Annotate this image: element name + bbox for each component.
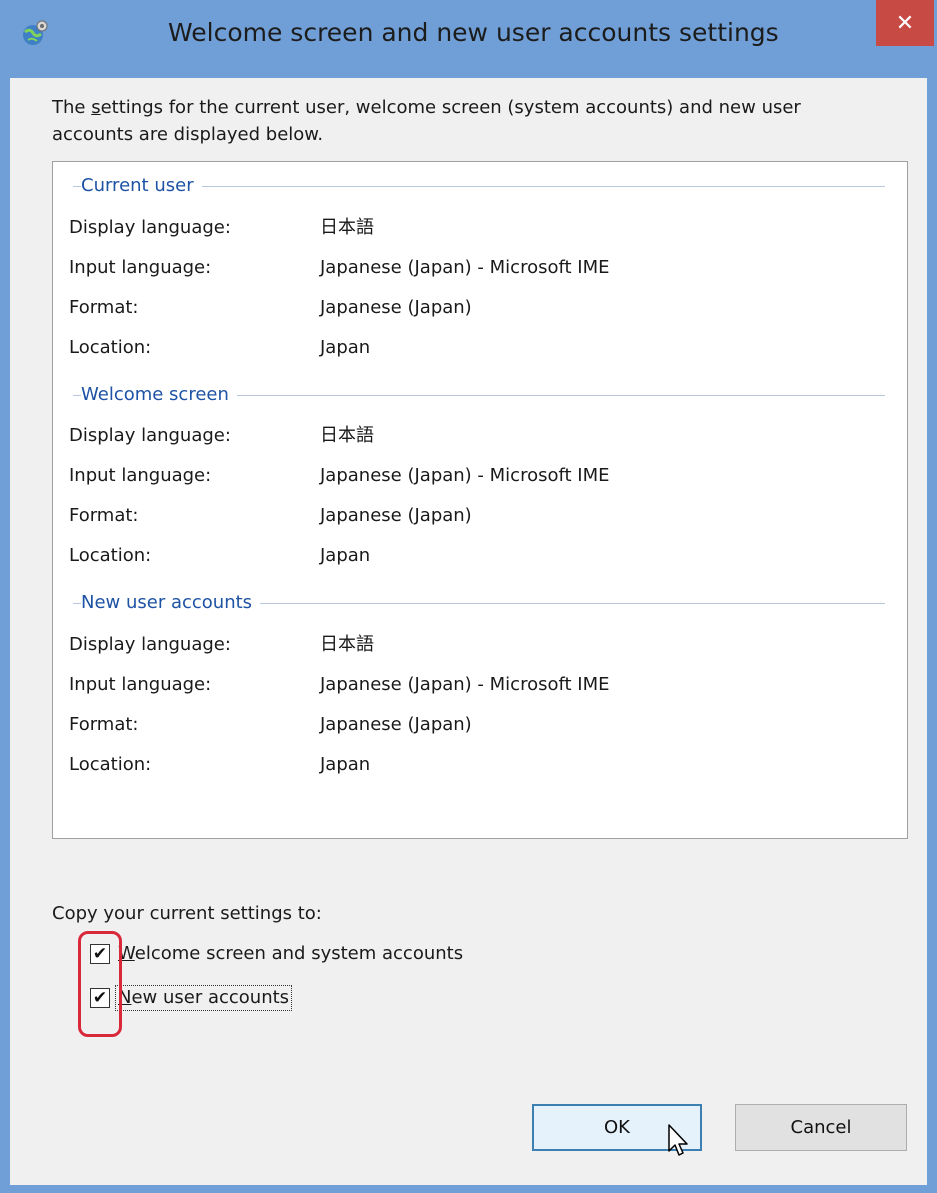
setting-row-input-language: Input language: Japanese (Japan) - Micro…: [53, 456, 909, 496]
dialog-window: Welcome screen and new user accounts set…: [0, 0, 937, 1193]
setting-label: Input language:: [69, 465, 212, 486]
setting-row-location: Location: Japan: [53, 328, 909, 368]
setting-label: Location:: [69, 754, 152, 775]
new-user-accounts-checkbox-row[interactable]: ✔ New user accounts: [90, 982, 293, 1014]
welcome-screen-checkbox[interactable]: ✔: [90, 944, 110, 964]
dialog-client-area: The settings for the current user, welco…: [10, 78, 927, 1185]
setting-value: Japan: [320, 754, 371, 775]
setting-label: Format:: [69, 297, 139, 318]
setting-row-location: Location: Japan: [53, 745, 909, 785]
welcome-screen-checkbox-label[interactable]: Welcome screen and system accounts: [116, 942, 465, 966]
intro-text: The settings for the current user, welco…: [52, 97, 801, 145]
setting-value: Japanese (Japan): [320, 297, 472, 318]
setting-row-format: Format: Japanese (Japan): [53, 288, 909, 328]
setting-label: Location:: [69, 337, 152, 358]
setting-row-display-language: Display language: 日本語: [53, 208, 909, 248]
setting-value: Japanese (Japan) - Microsoft IME: [320, 674, 610, 695]
setting-row-format: Format: Japanese (Japan): [53, 496, 909, 536]
group-title: Current user: [81, 174, 202, 198]
setting-label: Input language:: [69, 257, 212, 278]
setting-row-display-language: Display language: 日本語: [53, 625, 909, 665]
setting-label: Display language:: [69, 634, 231, 655]
copy-settings-heading: Copy your current settings to:: [52, 903, 322, 924]
setting-label: Display language:: [69, 217, 231, 238]
setting-row-input-language: Input language: Japanese (Japan) - Micro…: [53, 248, 909, 288]
setting-value: Japanese (Japan) - Microsoft IME: [320, 257, 610, 278]
title-bar[interactable]: Welcome screen and new user accounts set…: [0, 0, 937, 78]
ok-button[interactable]: OK: [532, 1104, 702, 1151]
setting-value: Japanese (Japan): [320, 505, 472, 526]
setting-value: 日本語: [320, 634, 374, 655]
setting-label: Format:: [69, 505, 139, 526]
setting-label: Location:: [69, 545, 152, 566]
group-title: New user accounts: [81, 591, 261, 615]
setting-row-location: Location: Japan: [53, 536, 909, 576]
setting-row-input-language: Input language: Japanese (Japan) - Micro…: [53, 665, 909, 705]
setting-row-format: Format: Japanese (Japan): [53, 705, 909, 745]
cancel-button[interactable]: Cancel: [735, 1104, 907, 1151]
new-user-accounts-checkbox-label[interactable]: New user accounts: [114, 985, 293, 1011]
settings-panel: Current user Display language: 日本語 Input…: [52, 161, 908, 839]
setting-label: Display language:: [69, 425, 231, 446]
setting-value: 日本語: [320, 425, 374, 446]
checkmark-icon: ✔: [92, 988, 108, 1008]
setting-value: Japanese (Japan): [320, 714, 472, 735]
welcome-screen-checkbox-row[interactable]: ✔ Welcome screen and system accounts: [90, 938, 465, 970]
group-current-user: Current user: [53, 174, 909, 198]
close-icon: ✕: [895, 10, 915, 36]
globe-settings-icon: [23, 20, 48, 45]
setting-value: Japan: [320, 545, 371, 566]
intro-accelerator: s: [91, 97, 101, 118]
setting-value: Japanese (Japan) - Microsoft IME: [320, 465, 610, 486]
group-welcome-screen: Welcome screen: [53, 383, 909, 407]
window-title: Welcome screen and new user accounts set…: [168, 18, 779, 47]
group-title: Welcome screen: [81, 383, 237, 407]
checkmark-icon: ✔: [92, 944, 108, 964]
setting-label: Input language:: [69, 674, 212, 695]
setting-row-display-language: Display language: 日本語: [53, 416, 909, 456]
setting-label: Format:: [69, 714, 139, 735]
close-button[interactable]: ✕: [876, 0, 934, 46]
setting-value: Japan: [320, 337, 371, 358]
group-new-user-accounts: New user accounts: [53, 591, 909, 615]
setting-value: 日本語: [320, 217, 374, 238]
new-user-accounts-checkbox[interactable]: ✔: [90, 988, 110, 1008]
